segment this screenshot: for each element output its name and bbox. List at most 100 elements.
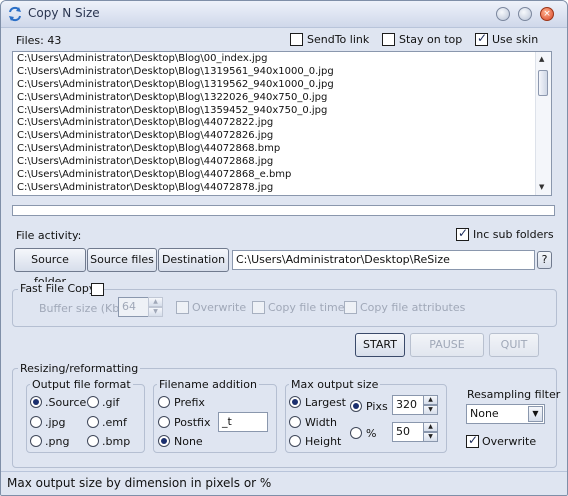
- list-item[interactable]: C:\Users\Administrator\Desktop\Blog\1319…: [13, 79, 551, 92]
- file-activity-label: File activity:: [16, 229, 82, 242]
- refresh-arrows-icon: [9, 6, 21, 22]
- stepper-down-icon[interactable]: ▼: [423, 432, 438, 442]
- chevron-down-icon[interactable]: ▼: [528, 406, 543, 422]
- filename-addition-title: Filename addition: [157, 378, 259, 391]
- filename-prefix-label: Prefix: [174, 396, 205, 409]
- fast-copy-overwrite-checkbox[interactable]: [176, 301, 189, 314]
- minimize-button[interactable]: [496, 7, 510, 21]
- scrollbar-thumb[interactable]: [538, 70, 548, 96]
- destination-button[interactable]: Destination: [158, 248, 229, 272]
- status-bar-text: Max output size by dimension in pixels o…: [7, 476, 272, 490]
- maximize-button[interactable]: [518, 7, 532, 21]
- resizing-title: Resizing/reformatting: [18, 362, 141, 375]
- pixs-value-input[interactable]: 320: [392, 395, 424, 415]
- sendto-link-label: SendTo link: [307, 33, 370, 46]
- files-count-label: Files: 43: [16, 34, 62, 47]
- source-files-button[interactable]: Source files: [87, 248, 157, 272]
- help-button[interactable]: ?: [537, 251, 552, 269]
- resampling-filter-select[interactable]: None ▼: [466, 404, 545, 424]
- stepper-up-icon[interactable]: ▲: [148, 297, 163, 307]
- stay-on-top-checkbox[interactable]: [382, 33, 395, 46]
- format-source-label: .Source: [45, 396, 87, 409]
- list-item[interactable]: C:\Users\Administrator\Desktop\Blog\00_i…: [13, 53, 551, 66]
- inc-sub-folders-label: Inc sub folders: [473, 228, 554, 241]
- format-jpg-radio[interactable]: [30, 416, 42, 428]
- format-emf-label: .emf: [102, 416, 127, 429]
- source-folder-button[interactable]: Source folder: [14, 248, 86, 288]
- resize-overwrite-checkbox[interactable]: [466, 433, 479, 448]
- buffer-size-stepper[interactable]: ▲ ▼: [148, 297, 163, 317]
- use-skin-checkbox[interactable]: [475, 31, 488, 46]
- start-button[interactable]: START: [355, 333, 405, 357]
- size-largest-radio[interactable]: [289, 396, 301, 408]
- format-png-radio[interactable]: [30, 435, 42, 447]
- format-source-radio[interactable]: [30, 396, 42, 408]
- scroll-down-arrow-icon[interactable]: ▼: [539, 183, 544, 191]
- filename-prefix-radio[interactable]: [158, 396, 170, 408]
- fast-copy-overwrite-label: Overwrite: [192, 301, 247, 314]
- stepper-up-icon[interactable]: ▲: [423, 395, 438, 405]
- max-output-size-title: Max output size: [289, 378, 381, 391]
- sendto-link-checkbox[interactable]: [290, 33, 303, 46]
- app-window: Copy N Size × Files: 43 SendTo link Stay…: [0, 0, 568, 496]
- stepper-up-icon[interactable]: ▲: [423, 422, 438, 432]
- list-item[interactable]: C:\Users\Administrator\Desktop\Blog\1319…: [13, 66, 551, 79]
- filename-none-radio[interactable]: [158, 435, 170, 447]
- close-button[interactable]: ×: [540, 7, 554, 21]
- postfix-text-field[interactable]: _t: [218, 412, 268, 432]
- status-bar: Max output size by dimension in pixels o…: [1, 471, 567, 495]
- format-jpg-label: .jpg: [45, 416, 66, 429]
- list-item[interactable]: C:\Users\Administrator\Desktop\Blog\4407…: [13, 169, 551, 182]
- unit-pixs-label: Pixs: [366, 400, 388, 413]
- file-list-scrollbar[interactable]: ▲ ▼: [535, 52, 551, 195]
- percent-value-input[interactable]: 50: [392, 422, 424, 442]
- size-height-radio[interactable]: [289, 435, 301, 447]
- title-bar[interactable]: Copy N Size ×: [1, 1, 567, 28]
- list-item[interactable]: C:\Users\Administrator\Desktop\Blog\4407…: [13, 156, 551, 169]
- format-bmp-radio[interactable]: [87, 435, 99, 447]
- format-emf-radio[interactable]: [87, 416, 99, 428]
- resize-overwrite-label: Overwrite: [482, 435, 537, 448]
- size-width-radio[interactable]: [289, 416, 301, 428]
- copy-file-attributes-checkbox[interactable]: [344, 301, 357, 314]
- fast-file-copy-title: Fast File Copy: [18, 282, 98, 295]
- stepper-down-icon[interactable]: ▼: [423, 405, 438, 415]
- resampling-filter-value: None: [470, 407, 499, 420]
- format-bmp-label: .bmp: [102, 435, 131, 448]
- format-gif-radio[interactable]: [87, 396, 99, 408]
- copy-file-times-label: Copy file times: [268, 301, 351, 314]
- destination-path-field[interactable]: C:\Users\Administrator\Desktop\ReSize: [232, 250, 535, 270]
- use-skin-label: Use skin: [492, 33, 539, 46]
- inc-sub-folders-checkbox[interactable]: [456, 226, 469, 241]
- format-gif-label: .gif: [102, 396, 120, 409]
- file-list[interactable]: C:\Users\Administrator\Desktop\Blog\00_i…: [12, 51, 552, 196]
- list-item[interactable]: C:\Users\Administrator\Desktop\Blog\4407…: [13, 130, 551, 143]
- filename-postfix-radio[interactable]: [158, 416, 170, 428]
- output-format-title: Output file format: [30, 378, 133, 391]
- pause-button[interactable]: PAUSE: [410, 333, 484, 357]
- size-width-label: Width: [305, 416, 337, 429]
- list-item[interactable]: C:\Users\Administrator\Desktop\Blog\4407…: [13, 182, 551, 195]
- unit-percent-label: %: [366, 427, 377, 440]
- progress-bar: [12, 205, 555, 216]
- resampling-filter-label: Resampling filter: [467, 388, 561, 401]
- filename-postfix-label: Postfix: [174, 416, 211, 429]
- stepper-down-icon[interactable]: ▼: [148, 307, 163, 317]
- buffer-size-input[interactable]: 64: [118, 297, 149, 317]
- format-png-label: .png: [45, 435, 70, 448]
- list-item[interactable]: C:\Users\Administrator\Desktop\Blog\4407…: [13, 117, 551, 130]
- quit-button[interactable]: QUIT: [489, 333, 539, 357]
- window-title: Copy N Size: [28, 6, 100, 20]
- list-item[interactable]: C:\Users\Administrator\Desktop\Blog\1322…: [13, 92, 551, 105]
- unit-pixs-radio[interactable]: [350, 400, 362, 412]
- size-height-label: Height: [305, 435, 342, 448]
- fast-file-copy-checkbox[interactable]: [91, 283, 104, 296]
- list-item[interactable]: C:\Users\Administrator\Desktop\Blog\4407…: [13, 143, 551, 156]
- copy-file-times-checkbox[interactable]: [252, 301, 265, 314]
- scroll-up-arrow-icon[interactable]: ▲: [539, 55, 544, 63]
- copy-file-attributes-label: Copy file attributes: [360, 301, 466, 314]
- unit-percent-radio[interactable]: [350, 427, 362, 439]
- percent-stepper[interactable]: ▲ ▼: [423, 422, 438, 442]
- pixs-stepper[interactable]: ▲ ▼: [423, 395, 438, 415]
- list-item[interactable]: C:\Users\Administrator\Desktop\Blog\1359…: [13, 105, 551, 118]
